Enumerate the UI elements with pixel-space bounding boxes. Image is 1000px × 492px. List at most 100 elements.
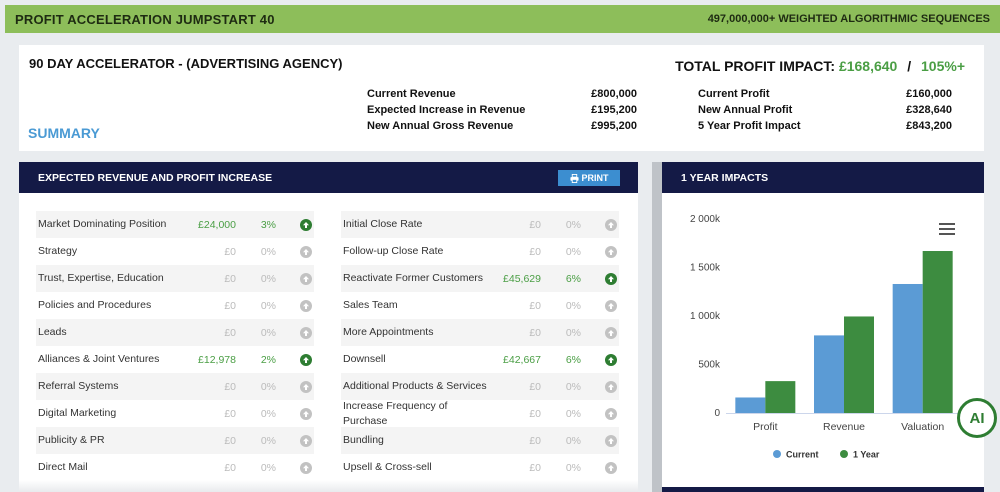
arrow-up-circle-icon[interactable]	[605, 245, 617, 258]
increase-row-percent: 0%	[260, 326, 276, 339]
print-button[interactable]: PRINT	[558, 170, 620, 186]
summary-row-label: Current Revenue	[367, 88, 456, 100]
summary-row-label: New Annual Profit	[698, 104, 793, 116]
bar-current	[735, 397, 766, 413]
increase-row-amount: £0	[529, 299, 541, 312]
legend-label: Current	[786, 450, 819, 460]
arrow-up-circle-icon[interactable]	[605, 407, 617, 420]
increase-row-percent: 0%	[260, 434, 276, 447]
increase-row-percent: 2%	[260, 353, 276, 366]
arrow-up-circle-icon[interactable]	[300, 272, 312, 285]
increase-row-amount: £0	[224, 299, 236, 312]
bar-current	[814, 335, 844, 413]
increase-row-label: Additional Products & Services	[343, 380, 487, 392]
arrow-up-circle-icon[interactable]	[605, 380, 617, 393]
summary-row-value: £328,640	[906, 104, 952, 116]
increase-row-label: Follow-up Close Rate	[343, 245, 444, 257]
increase-row: Market Dominating Position £24,000 3%	[36, 211, 314, 238]
increase-row-percent: 0%	[565, 407, 581, 420]
summary-row-label: 5 Year Profit Impact	[698, 120, 801, 132]
arrow-up-circle-icon[interactable]	[300, 218, 312, 231]
increase-row-label: Alliances & Joint Ventures	[38, 353, 160, 365]
arrow-up-circle-icon[interactable]	[300, 245, 312, 258]
arrow-up-circle-icon[interactable]	[605, 353, 617, 366]
legend-marker	[840, 450, 848, 458]
hamburger-menu-icon[interactable]	[939, 223, 955, 235]
bar-1-year	[922, 251, 953, 413]
increase-row: Downsell £42,667 6%	[341, 346, 619, 373]
ai-assistant-button[interactable]: AI	[957, 398, 997, 438]
increase-row-percent: 0%	[565, 434, 581, 447]
increase-row-label: Increase Frequency of Purchase	[343, 399, 448, 427]
summary-row-label: Expected Increase in Revenue	[367, 104, 526, 116]
arrow-up-circle-icon[interactable]	[300, 299, 312, 312]
print-button-label: PRINT	[581, 173, 609, 183]
increase-row-label: Direct Mail	[38, 461, 88, 473]
arrow-up-circle-icon[interactable]	[300, 407, 312, 420]
profit-summary: Current Profit £160,000 New Annual Profit…	[698, 86, 952, 134]
increase-row-percent: 0%	[260, 380, 276, 393]
total-profit-impact: TOTAL PROFIT IMPACT: £168,640 / 105%+	[675, 58, 965, 74]
increase-row-label: Sales Team	[343, 299, 398, 311]
increase-row-amount: £0	[224, 434, 236, 447]
arrow-up-circle-icon[interactable]	[300, 461, 312, 474]
increase-row-amount: £45,629	[503, 272, 541, 285]
increase-row-percent: 0%	[565, 299, 581, 312]
increase-row-amount: £24,000	[198, 218, 236, 231]
arrow-up-circle-icon[interactable]	[605, 218, 617, 231]
increase-row-amount: £12,978	[198, 353, 236, 366]
summary-row-value: £995,200	[591, 120, 637, 132]
x-tick-label: Valuation	[901, 421, 944, 433]
arrow-up-circle-icon[interactable]	[605, 434, 617, 447]
arrow-up-circle-icon[interactable]	[300, 326, 312, 339]
increase-row: Direct Mail £0 0%	[36, 454, 314, 481]
increase-row-label: Bundling	[343, 434, 384, 446]
y-tick-label: 2 000k	[690, 214, 721, 225]
bar-1-year	[765, 381, 796, 413]
increase-row-amount: £0	[224, 272, 236, 285]
increase-row-label: Initial Close Rate	[343, 218, 423, 230]
increase-row: Referral Systems £0 0%	[36, 373, 314, 400]
arrow-up-circle-icon[interactable]	[300, 434, 312, 447]
summary-row: New Annual Gross Revenue £995,200	[367, 118, 637, 134]
increase-row-amount: £0	[224, 461, 236, 474]
increase-row-percent: 0%	[565, 380, 581, 393]
increase-row-label: Referral Systems	[38, 380, 119, 392]
y-tick-label: 500k	[698, 360, 721, 371]
scroll-fade	[19, 480, 638, 492]
summary-section-label: SUMMARY	[28, 125, 100, 141]
arrow-up-circle-icon[interactable]	[605, 326, 617, 339]
increase-row: Publicity & PR £0 0%	[36, 427, 314, 454]
increase-row-percent: 3%	[260, 218, 276, 231]
impacts-chart: 0 500k 1 000k 1 500k 2 000k Profit Revenue Valu…	[690, 214, 962, 460]
increase-row: Leads £0 0%	[36, 319, 314, 346]
arrow-up-circle-icon[interactable]	[300, 353, 312, 366]
arrow-up-circle-icon[interactable]	[605, 299, 617, 312]
summary-row-value: £195,200	[591, 104, 637, 116]
increase-row-amount: £42,667	[503, 353, 541, 366]
arrow-up-circle-icon[interactable]	[605, 461, 617, 474]
revenue-summary: Current Revenue £800,000 Expected Increas…	[367, 86, 637, 134]
legend-label: 1 Year	[853, 450, 880, 460]
increase-row: Reactivate Former Customers £45,629 6%	[341, 265, 619, 292]
increase-row-label: Downsell	[343, 353, 386, 365]
impacts-panel: 1 YEAR IMPACTS 0 500k 1 000k 1 500k 2 000k Pr…	[662, 162, 984, 492]
impact-label: TOTAL PROFIT IMPACT:	[675, 58, 836, 74]
top-banner: PROFIT ACCELERATION JUMPSTART 40 497,000…	[5, 5, 1000, 33]
increase-panel: EXPECTED REVENUE AND PROFIT INCREASE PRI…	[19, 162, 638, 492]
impact-value: £168,640	[838, 58, 898, 74]
increase-row: Increase Frequency of Purchase £0 0%	[341, 400, 619, 427]
increase-row: Trust, Expertise, Education £0 0%	[36, 265, 314, 292]
summary-row: Expected Increase in Revenue £195,200	[367, 102, 637, 118]
increase-row: Follow-up Close Rate £0 0%	[341, 238, 619, 265]
increase-panel-header: EXPECTED REVENUE AND PROFIT INCREASE PRI…	[19, 162, 638, 193]
increase-row-percent: 0%	[565, 461, 581, 474]
y-tick-label: 1 500k	[690, 263, 721, 274]
increase-row-label: Leads	[38, 326, 67, 338]
y-tick-label: 0	[714, 408, 720, 419]
arrow-up-circle-icon[interactable]	[300, 380, 312, 393]
summary-row-label: New Annual Gross Revenue	[367, 120, 514, 132]
increase-panel-title: EXPECTED REVENUE AND PROFIT INCREASE	[38, 171, 273, 184]
arrow-up-circle-icon[interactable]	[605, 272, 617, 285]
panel-scrollbar[interactable]	[652, 162, 662, 492]
